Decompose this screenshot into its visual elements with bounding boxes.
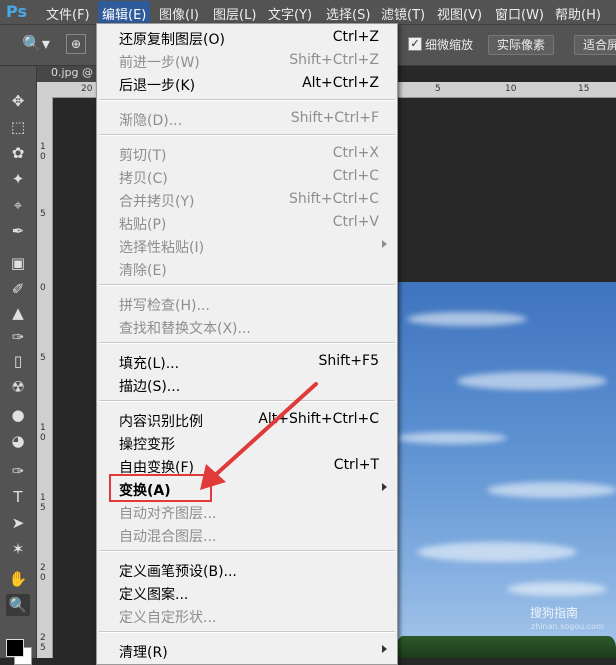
menu-item-paste[interactable]: 粘贴(P) Ctrl+V [97, 211, 397, 234]
brush-icon[interactable]: ✐ [6, 278, 30, 300]
blur-icon[interactable]: ● [6, 404, 30, 426]
menu-item-find-replace[interactable]: 查找和替换文本(X)... [97, 315, 397, 338]
move-icon[interactable]: ✥ [6, 90, 30, 112]
ruler-tick: 1 0 [40, 142, 46, 162]
scrubby-zoom-label: 细微缩放 [425, 38, 474, 52]
ruler-tick: 5 [435, 84, 441, 94]
menu-view[interactable]: 视图(V) [437, 4, 482, 23]
menu-item-stroke[interactable]: 描边(S)... [97, 373, 397, 396]
menu-item-copy-merged[interactable]: 合并拷贝(Y) Shift+Ctrl+C [97, 188, 397, 211]
document-tab-label: 0.jpg @ [51, 66, 94, 79]
menu-item-puppet-warp[interactable]: 操控变形 [97, 431, 397, 454]
ruler-tick: 1 5 [40, 493, 46, 513]
zoom-icon[interactable]: 🔍 [6, 594, 30, 616]
submenu-arrow-icon [382, 240, 387, 248]
fit-screen-button[interactable]: 适合屏 [574, 35, 616, 55]
annotation-highlight-box [109, 474, 212, 502]
menu-file[interactable]: 文件(F) [46, 4, 90, 23]
document-image [397, 282, 616, 658]
photoshop-logo: Ps [6, 2, 27, 21]
tree-line [397, 636, 616, 658]
scrubby-zoom-checkbox[interactable]: ✓ [408, 37, 422, 51]
foreground-color-swatch[interactable] [6, 639, 24, 657]
eraser-icon[interactable]: ▯ [6, 350, 30, 372]
menu-select[interactable]: 选择(S) [326, 4, 370, 23]
ruler-tick: 1 0 [40, 423, 46, 443]
menu-separator [99, 284, 395, 286]
menu-help[interactable]: 帮助(H) [555, 4, 601, 23]
menu-separator [99, 631, 395, 633]
ruler-vertical: 1 0 5 0 5 1 0 1 5 2 0 2 5 [37, 97, 53, 658]
menu-type[interactable]: 文字(Y) [268, 4, 312, 23]
actual-pixels-button[interactable]: 实际像素 [488, 35, 555, 55]
magic-wand-icon[interactable]: ✦ [6, 168, 30, 190]
menu-item-paste-special[interactable]: 选择性粘贴(I) [97, 234, 397, 257]
zoom-tool-icon[interactable]: 🔍▾ [22, 34, 50, 53]
menu-separator [99, 400, 395, 402]
ruler-tick: 2 0 [40, 563, 46, 583]
menu-item-clear[interactable]: 清除(E) [97, 257, 397, 280]
edit-menu-dropdown: 还原复制图层(O) Ctrl+Z 前进一步(W) Shift+Ctrl+Z 后退一步… [96, 23, 398, 665]
menu-item-fade[interactable]: 渐隐(D)... Shift+Ctrl+F [97, 107, 397, 130]
type-icon[interactable]: T [6, 486, 30, 508]
history-brush-icon[interactable]: ✑ [6, 326, 30, 348]
menu-item-undo[interactable]: 还原复制图层(O) Ctrl+Z [97, 26, 397, 49]
submenu-arrow-icon [382, 483, 387, 491]
menu-item-define-shape[interactable]: 定义自定形状... [97, 604, 397, 627]
menu-item-cut[interactable]: 剪切(T) Ctrl+X [97, 142, 397, 165]
menu-window[interactable]: 窗口(W) [495, 4, 544, 23]
menu-filter[interactable]: 滤镜(T) [381, 4, 425, 23]
menu-separator [99, 342, 395, 344]
document-tab[interactable]: 0.jpg @ [37, 66, 98, 82]
menu-item-auto-align[interactable]: 自动对齐图层... [97, 500, 397, 523]
lasso-icon[interactable]: ✿ [6, 142, 30, 164]
menu-item-auto-blend[interactable]: 自动混合图层... [97, 523, 397, 546]
menu-item-fill[interactable]: 填充(L)... Shift+F5 [97, 350, 397, 373]
hand-icon[interactable]: ✋ [6, 568, 30, 590]
tools-panel: ✥ ⬚ ✿ ✦ ⌖ ✒ ▣ ✐ ▲ ✑ ▯ ☢ ● ◕ ✑ T ➤ ✶ ✋ 🔍 [0, 66, 37, 665]
menu-bar: Ps 文件(F) 编辑(E) 图像(I) 图层(L) 文字(Y) 选择(S) 滤… [0, 0, 616, 26]
menu-separator [99, 134, 395, 136]
paint-bucket-icon[interactable]: ☢ [6, 376, 30, 398]
stamp-icon[interactable]: ▲ [6, 302, 30, 324]
watermark-text: 搜狗指南 [530, 606, 579, 620]
ruler-tick: 15 [578, 84, 590, 94]
eyedropper-icon[interactable]: ✒ [6, 220, 30, 242]
ruler-tick: 0 [40, 283, 46, 293]
healing-icon[interactable]: ▣ [6, 252, 30, 274]
menu-item-step-forward[interactable]: 前进一步(W) Shift+Ctrl+Z [97, 49, 397, 72]
crop-icon[interactable]: ⌖ [6, 194, 30, 216]
menu-layer[interactable]: 图层(L) [213, 4, 256, 23]
submenu-arrow-icon [382, 645, 387, 653]
menu-separator [99, 99, 395, 101]
menu-item-define-brush[interactable]: 定义画笔预设(B)... [97, 558, 397, 581]
menu-item-content-aware-scale[interactable]: 内容识别比例 Alt+Shift+Ctrl+C [97, 408, 397, 431]
menu-item-copy[interactable]: 拷贝(C) Ctrl+C [97, 165, 397, 188]
menu-separator [99, 550, 395, 552]
menu-item-purge[interactable]: 清理(R) [97, 639, 397, 662]
menu-item-step-backward[interactable]: 后退一步(K) Alt+Ctrl+Z [97, 72, 397, 95]
shape-icon[interactable]: ✶ [6, 538, 30, 560]
ruler-tick: 10 [505, 84, 517, 94]
ruler-tick: 5 [40, 353, 46, 363]
ruler-tick: 5 [40, 209, 46, 219]
watermark-url: zhinan.sogou.com [531, 622, 604, 631]
dodge-icon[interactable]: ◕ [6, 430, 30, 452]
ruler-tick: 20 [81, 84, 93, 94]
pen-icon[interactable]: ✑ [6, 460, 30, 482]
zoom-in-icon[interactable]: ⊕ [66, 34, 86, 54]
menu-image[interactable]: 图像(I) [159, 4, 199, 23]
marquee-icon[interactable]: ⬚ [6, 116, 30, 138]
path-select-icon[interactable]: ➤ [6, 512, 30, 534]
ruler-tick: 2 5 [40, 633, 46, 653]
menu-item-define-pattern[interactable]: 定义图案... [97, 581, 397, 604]
menu-item-spell-check[interactable]: 拼写检查(H)... [97, 292, 397, 315]
